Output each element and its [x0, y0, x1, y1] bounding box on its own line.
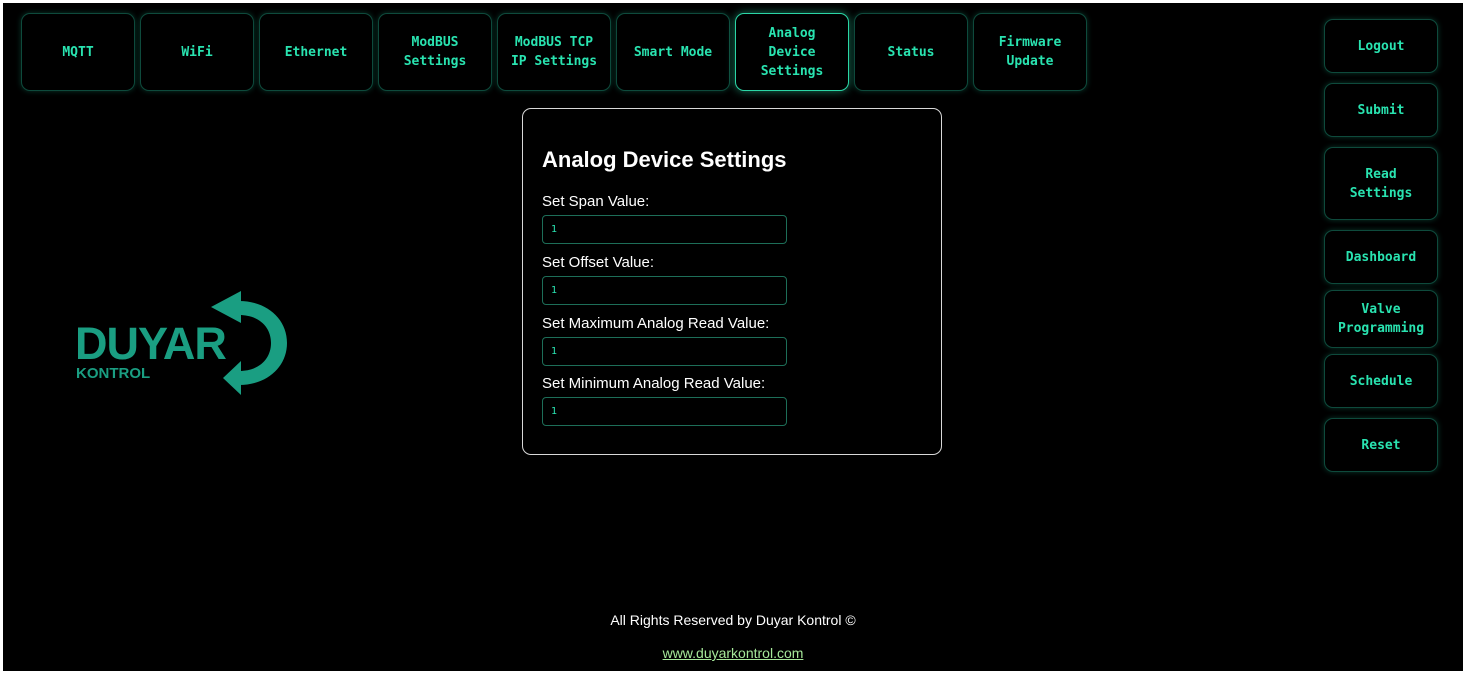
tab-analog-device-settings[interactable]: Analog Device Settings [735, 13, 849, 91]
max-analog-read-label: Set Maximum Analog Read Value: [542, 315, 770, 332]
logo-name: DUYAR [75, 318, 227, 369]
schedule-button[interactable]: Schedule [1324, 354, 1438, 408]
tab-modbus-settings[interactable]: ModBUS Settings [378, 13, 492, 91]
website-link[interactable]: www.duyarkontrol.com [663, 645, 804, 661]
circular-arrows-icon [211, 291, 287, 395]
logout-button[interactable]: Logout [1324, 19, 1438, 73]
duyar-kontrol-logo: DUYAR KONTROL [73, 291, 288, 395]
span-value-label: Set Span Value: [542, 193, 650, 210]
tab-status[interactable]: Status [854, 13, 968, 91]
tab-firmware-update[interactable]: Firmware Update [973, 13, 1087, 91]
offset-value-input[interactable] [542, 276, 787, 305]
min-analog-read-input[interactable] [542, 397, 787, 426]
reset-button[interactable]: Reset [1324, 418, 1438, 472]
submit-button[interactable]: Submit [1324, 83, 1438, 137]
span-value-input[interactable] [542, 215, 787, 244]
max-analog-read-input[interactable] [542, 337, 787, 366]
valve-programming-button[interactable]: Valve Programming [1324, 290, 1438, 348]
min-analog-read-label: Set Minimum Analog Read Value: [542, 375, 766, 392]
tab-smart-mode[interactable]: Smart Mode [616, 13, 730, 91]
analog-device-settings-card: Analog Device Settings Set Span Value: S… [522, 108, 942, 455]
tab-mqtt[interactable]: MQTT [21, 13, 135, 91]
tab-modbus-tcp-ip-settings[interactable]: ModBUS TCP IP Settings [497, 13, 611, 91]
dashboard-button[interactable]: Dashboard [1324, 230, 1438, 284]
footer-rights: All Rights Reserved by Duyar Kontrol © [610, 612, 856, 628]
app-screen: MQTT WiFi Ethernet ModBUS Settings ModBU… [3, 3, 1463, 671]
card-title: Analog Device Settings [542, 147, 787, 172]
read-settings-button[interactable]: Read Settings [1324, 147, 1438, 220]
tab-wifi[interactable]: WiFi [140, 13, 254, 91]
offset-value-label: Set Offset Value: [542, 254, 655, 271]
footer-link-wrap: www.duyarkontrol.com [3, 644, 1463, 662]
tab-ethernet[interactable]: Ethernet [259, 13, 373, 91]
logo-sub: KONTROL [76, 365, 151, 382]
